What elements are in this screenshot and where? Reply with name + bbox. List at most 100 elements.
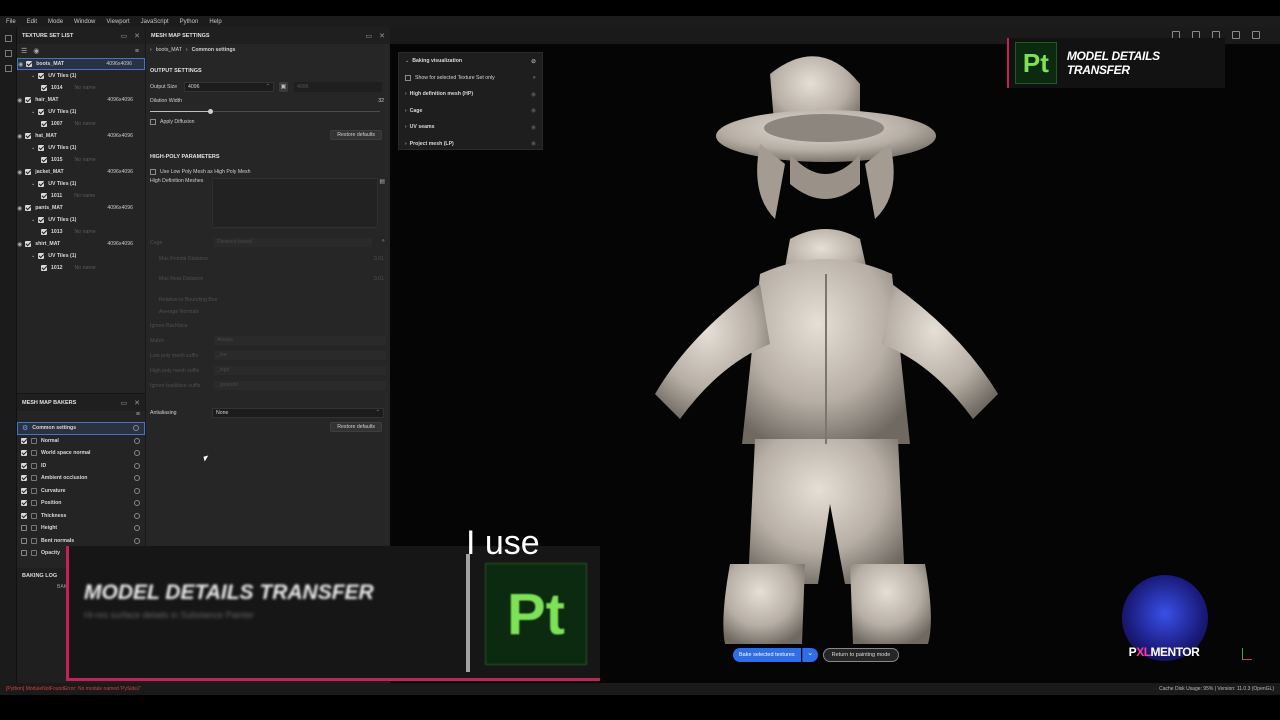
uv-tiles-row[interactable]: ⌄ UV Tiles (1) [17,70,145,82]
texture-set-row[interactable]: ◉ hat_MAT 4096x4096 [17,130,145,142]
output-size-select[interactable]: 4096 [184,81,274,92]
layers-icon[interactable] [5,35,12,42]
baking-visualization-header[interactable]: ⌄ Baking visualization ⊘ [399,53,542,70]
checkbox[interactable] [21,512,27,519]
uv-tiles-row[interactable]: ⌄ UV Tiles (1) [17,178,145,190]
return-to-painting-button[interactable]: Return to painting mode [822,648,900,662]
uv-tiles-row[interactable]: ⌄ UV Tiles (1) [17,250,145,262]
undock-icon[interactable]: ▭ [121,399,128,407]
checkbox[interactable] [21,537,27,544]
udim-row[interactable]: 1015 No name [17,154,145,166]
checkbox[interactable] [41,157,47,163]
checkbox[interactable] [38,145,45,151]
toggle-icon[interactable] [134,537,140,544]
udim-row[interactable]: 1012 No name [17,262,145,274]
chevron-down-icon[interactable]: ⌄ [31,145,35,151]
dilation-slider[interactable] [146,108,390,116]
restore-defaults-button[interactable]: Restore defaults [330,130,382,140]
eye-icon[interactable]: ◉ [17,205,22,212]
checkbox[interactable] [21,437,27,444]
dilation-value[interactable]: 32 [378,98,384,104]
checkbox[interactable] [38,73,45,79]
use-low-poly-row[interactable]: Use Low Poly Mesh as High Poly Mesh [146,166,390,178]
checkbox[interactable] [25,97,32,103]
checkbox[interactable] [21,450,27,457]
checkbox[interactable] [21,500,27,507]
menu-edit[interactable]: Edit [27,19,37,25]
eye-icon[interactable]: ◉ [18,61,23,68]
chevron-down-icon[interactable]: ⌄ [31,253,35,259]
baker-row[interactable]: Ambient occlusion [17,472,145,485]
eye-icon[interactable]: ◉ [531,140,536,147]
checkbox[interactable] [25,241,32,247]
apply-diffusion-row[interactable]: Apply Diffusion [146,116,390,128]
chevron-down-icon[interactable]: ⌄ [31,217,35,223]
bake-selected-button[interactable]: Bake selected textures [733,648,801,662]
toggle-icon[interactable] [134,437,140,444]
checkbox[interactable] [21,475,27,482]
undock-icon[interactable]: ▭ [366,32,373,40]
breadcrumb-item[interactable]: boots_MAT [156,47,182,53]
uv-tiles-row[interactable]: ⌄ UV Tiles (1) [17,214,145,226]
common-settings-row[interactable]: ⚙ Common settings [17,422,145,435]
checkbox[interactable] [150,119,156,125]
stack-icon[interactable] [1252,31,1260,39]
toggle-icon[interactable] [134,500,140,507]
bv-section-row[interactable]: › Cage ◉ [399,103,542,120]
toggle-icon[interactable] [134,487,140,494]
chevron-down-icon[interactable]: ⌄ [31,73,35,79]
checkbox[interactable] [25,169,32,175]
checkbox[interactable] [25,205,32,211]
list-icon[interactable]: ☰ [21,47,27,55]
close-icon[interactable]: ✕ [134,32,140,40]
checkbox[interactable] [21,525,27,532]
eye-icon[interactable]: ◉ [531,91,536,98]
texture-set-row[interactable]: ◉ hair_MAT 4096x4096 [17,94,145,106]
eye-icon[interactable]: ◉ [17,97,22,104]
eye-icon[interactable]: ◉ [17,133,22,140]
chevron-down-icon[interactable]: ⌄ [31,181,35,187]
checkbox[interactable] [150,169,156,175]
baker-row[interactable]: World space normal [17,447,145,460]
checkbox[interactable] [26,61,33,67]
menu-window[interactable]: Window [74,19,95,25]
menu-file[interactable]: File [6,19,16,25]
brush-icon[interactable] [1232,31,1240,39]
baker-row[interactable]: Height [17,522,145,535]
toggle-icon[interactable] [134,525,140,532]
eye-off-icon[interactable]: ⊘ [531,58,536,65]
toggle-icon[interactable] [134,450,140,457]
eye-icon[interactable]: ◉ [17,241,22,248]
lock-icon[interactable]: ▣ [279,82,288,92]
eye-icon[interactable] [5,65,12,72]
menu-icon[interactable]: ≡ [135,48,139,55]
checkbox[interactable] [25,133,32,139]
bv-section-row[interactable]: › High definition mesh (HP) ◉ [399,86,542,103]
uv-tiles-row[interactable]: ⌄ UV Tiles (1) [17,106,145,118]
baker-row[interactable]: ID [17,460,145,473]
toggle-icon[interactable] [134,512,140,519]
eye-icon[interactable]: ◉ [531,107,536,114]
texture-set-row[interactable]: ◉ shirt_MAT 4096x4096 [17,238,145,250]
close-icon[interactable]: ✕ [134,399,140,407]
undock-icon[interactable]: ▭ [121,32,128,40]
grid-icon[interactable] [5,50,12,57]
checkbox[interactable] [21,462,27,469]
udim-row[interactable]: 1013 No name [17,226,145,238]
texture-set-row[interactable]: ◉ jacket_MAT 4096x4096 [17,166,145,178]
checkbox[interactable] [41,121,47,127]
texture-set-row[interactable]: ◉ pants_MAT 4096x4096 [17,202,145,214]
slider-knob[interactable] [207,109,213,114]
checkbox[interactable] [41,229,47,235]
checkbox[interactable] [41,265,47,271]
checkbox[interactable] [41,85,47,91]
udim-row[interactable]: 1011 No name [17,190,145,202]
menu-javascript[interactable]: JavaScript [141,19,169,25]
toggle-icon[interactable] [133,425,139,432]
file-icon[interactable]: ▤ [379,178,385,185]
checkbox[interactable] [38,217,45,223]
texture-set-row[interactable]: ◉ boots_MAT 4096x4096 [17,58,145,70]
eye-icon[interactable]: ◉ [17,169,22,176]
baker-row[interactable]: Curvature [17,485,145,498]
toggle-icon[interactable] [134,475,140,482]
